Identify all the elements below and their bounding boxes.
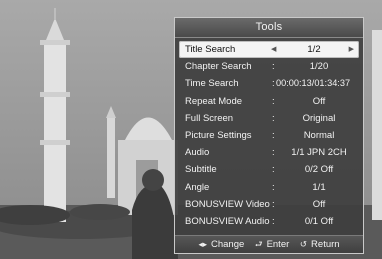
menu-item-bonusview-audio[interactable]: BONUSVIEW Audio : 0/1 Off	[179, 213, 359, 230]
return-arrow-icon: ↺	[299, 239, 308, 249]
menu-item-label: Title Search	[185, 44, 236, 55]
enter-icon: ⮐	[254, 239, 263, 249]
return-hint: ↺ Return	[299, 239, 340, 250]
menu-item-audio[interactable]: Audio : 1/1 JPN 2CH	[179, 144, 359, 161]
left-right-arrows-icon: ◂▸	[198, 239, 207, 249]
separator-colon: :	[272, 112, 275, 124]
separator-colon: :	[272, 215, 275, 227]
menu-item-time-search[interactable]: Time Search : 00:00:13/01:34:37	[179, 75, 359, 92]
tools-menu-list: Title Search ◀ 1/2 ▶ Chapter Search : 1/…	[175, 38, 363, 230]
separator-colon: :	[272, 181, 275, 193]
right-arrow-icon[interactable]: ▶	[349, 41, 354, 58]
tools-menu: Tools Title Search ◀ 1/2 ▶ Chapter Searc…	[174, 17, 364, 254]
menu-item-value: 0/1 Off	[304, 215, 334, 227]
menu-item-value: Off	[312, 198, 326, 210]
menu-item-chapter-search[interactable]: Chapter Search : 1/20	[179, 58, 359, 75]
tools-menu-title: Tools	[175, 18, 363, 38]
menu-item-picture-settings[interactable]: Picture Settings : Normal	[179, 127, 359, 144]
separator-colon: :	[272, 78, 275, 90]
menu-item-title-search[interactable]: Title Search ◀ 1/2 ▶	[179, 41, 359, 59]
menu-item-value: 1/2	[307, 44, 321, 55]
menu-item-label: Angle	[185, 181, 210, 193]
menu-item-angle[interactable]: Angle : 1/1	[179, 179, 359, 196]
menu-item-value: 1/20	[309, 61, 329, 73]
menu-item-value: 00:00:13/01:34:37	[276, 78, 351, 89]
menu-item-bonusview-video[interactable]: BONUSVIEW Video : Off	[179, 196, 359, 213]
separator-colon: :	[272, 164, 275, 176]
menu-item-value: 1/1	[312, 181, 326, 193]
separator-colon: :	[272, 61, 275, 73]
menu-item-label: BONUSVIEW Video	[185, 198, 270, 210]
separator-colon: :	[272, 95, 275, 107]
menu-item-full-screen[interactable]: Full Screen : Original	[179, 110, 359, 127]
menu-item-value: 1/1 JPN 2CH	[291, 147, 347, 159]
separator-colon: :	[272, 198, 275, 210]
menu-item-label: Chapter Search	[185, 61, 252, 73]
menu-item-label: Audio	[185, 147, 210, 159]
menu-item-value: 0/2 Off	[304, 164, 334, 176]
menu-item-value: Off	[312, 95, 326, 107]
menu-item-subtitle[interactable]: Subtitle : 0/2 Off	[179, 161, 359, 178]
left-arrow-icon[interactable]: ◀	[271, 41, 276, 58]
menu-item-label: Time Search	[185, 78, 239, 90]
button-guide: ◂▸ Change ⮐ Enter ↺ Return	[175, 235, 363, 253]
change-hint: ◂▸ Change	[198, 239, 245, 250]
enter-hint: ⮐ Enter	[254, 239, 290, 250]
menu-item-label: Subtitle	[185, 164, 217, 176]
separator-colon: :	[272, 147, 275, 159]
menu-item-value: Original	[302, 112, 336, 124]
menu-item-label: Full Screen	[185, 112, 234, 124]
separator-colon: :	[272, 129, 275, 141]
menu-item-repeat-mode[interactable]: Repeat Mode : Off	[179, 93, 359, 110]
menu-item-value: Normal	[303, 129, 335, 141]
menu-item-label: BONUSVIEW Audio	[185, 215, 270, 227]
menu-item-label: Repeat Mode	[185, 95, 243, 107]
menu-item-label: Picture Settings	[185, 129, 252, 141]
